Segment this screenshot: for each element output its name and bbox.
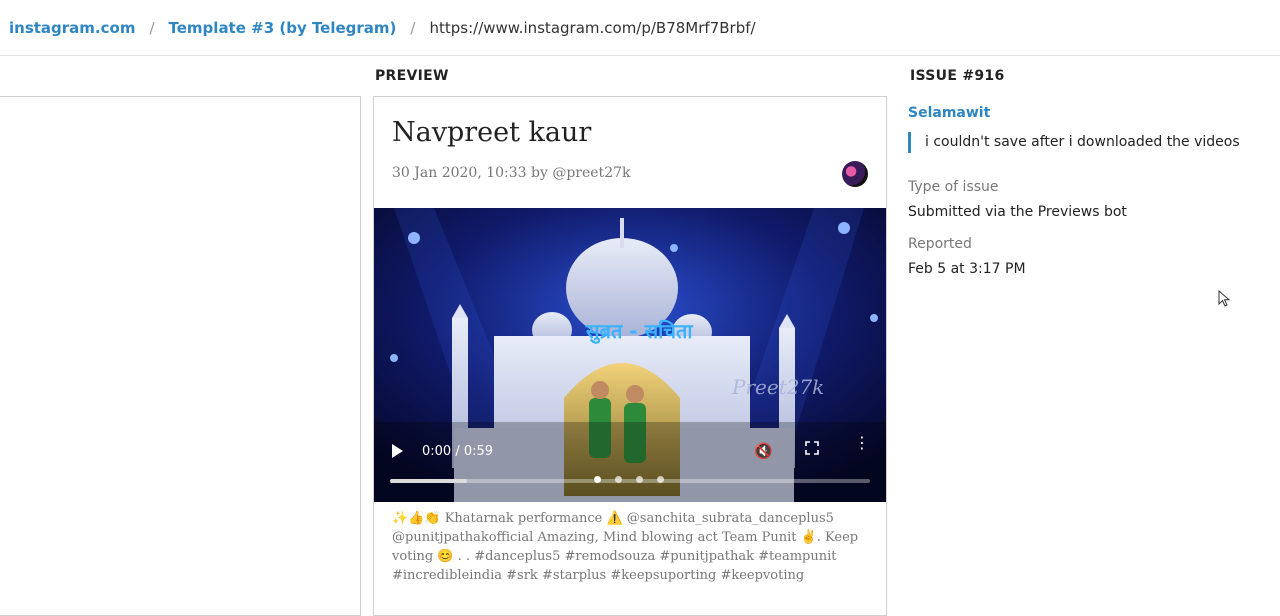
video-time: 0:00 / 0:59: [422, 444, 494, 459]
issue-reported-value: Feb 5 at 3:17 PM: [908, 261, 1026, 277]
carousel-dot[interactable]: [657, 476, 664, 483]
issue-type-value: Submitted via the Previews bot: [908, 204, 1127, 220]
video-player[interactable]: सुब्रत - सचिता Preet27k 0:00 / 0:59 🔇 ⋮: [374, 208, 886, 502]
fullscreen-icon[interactable]: [805, 441, 819, 455]
carousel-dot[interactable]: [594, 476, 601, 483]
instant-view-preview: Navpreet kaur 30 Jan 2020, 10:33 by @pre…: [373, 96, 887, 616]
breadcrumb-template-link[interactable]: Template #3 (by Telegram): [169, 19, 397, 37]
video-watermark: Preet27k: [731, 375, 824, 399]
more-options-icon[interactable]: ⋮: [854, 435, 870, 451]
mouse-cursor-icon: [1218, 290, 1231, 307]
issue-message: i couldn't save after i downloaded the v…: [908, 132, 1240, 153]
play-icon[interactable]: [392, 444, 403, 458]
carousel-dot[interactable]: [636, 476, 643, 483]
issue-section-title: ISSUE #916: [910, 68, 1005, 84]
issue-author[interactable]: Selamawit: [908, 105, 990, 121]
video-overlay-title: सुब्रत - सचिता: [585, 319, 693, 344]
author-avatar[interactable]: [842, 161, 868, 187]
preview-section-title: PREVIEW: [375, 68, 449, 84]
issue-type-label: Type of issue: [908, 179, 999, 195]
video-progress-fill: [390, 479, 467, 483]
post-caption: ✨👍👏 Khatarnak performance ⚠️ @sanchita_s…: [392, 511, 859, 583]
issue-reported-label: Reported: [908, 236, 972, 252]
breadcrumb-url: https://www.instagram.com/p/B78Mrf7Brbf/: [429, 18, 756, 37]
breadcrumb: instagram.com / Template #3 (by Telegram…: [0, 0, 1280, 56]
breadcrumb-separator: /: [410, 18, 416, 37]
post-meta: 30 Jan 2020, 10:33 by @preet27k: [392, 165, 631, 181]
breadcrumb-site-link[interactable]: instagram.com: [9, 19, 135, 37]
post-title: Navpreet kaur: [392, 117, 592, 148]
breadcrumb-separator: /: [149, 18, 155, 37]
carousel-dots: [594, 476, 664, 483]
muted-speaker-icon[interactable]: 🔇: [754, 442, 773, 460]
carousel-dot[interactable]: [615, 476, 622, 483]
source-panel: [0, 96, 361, 616]
